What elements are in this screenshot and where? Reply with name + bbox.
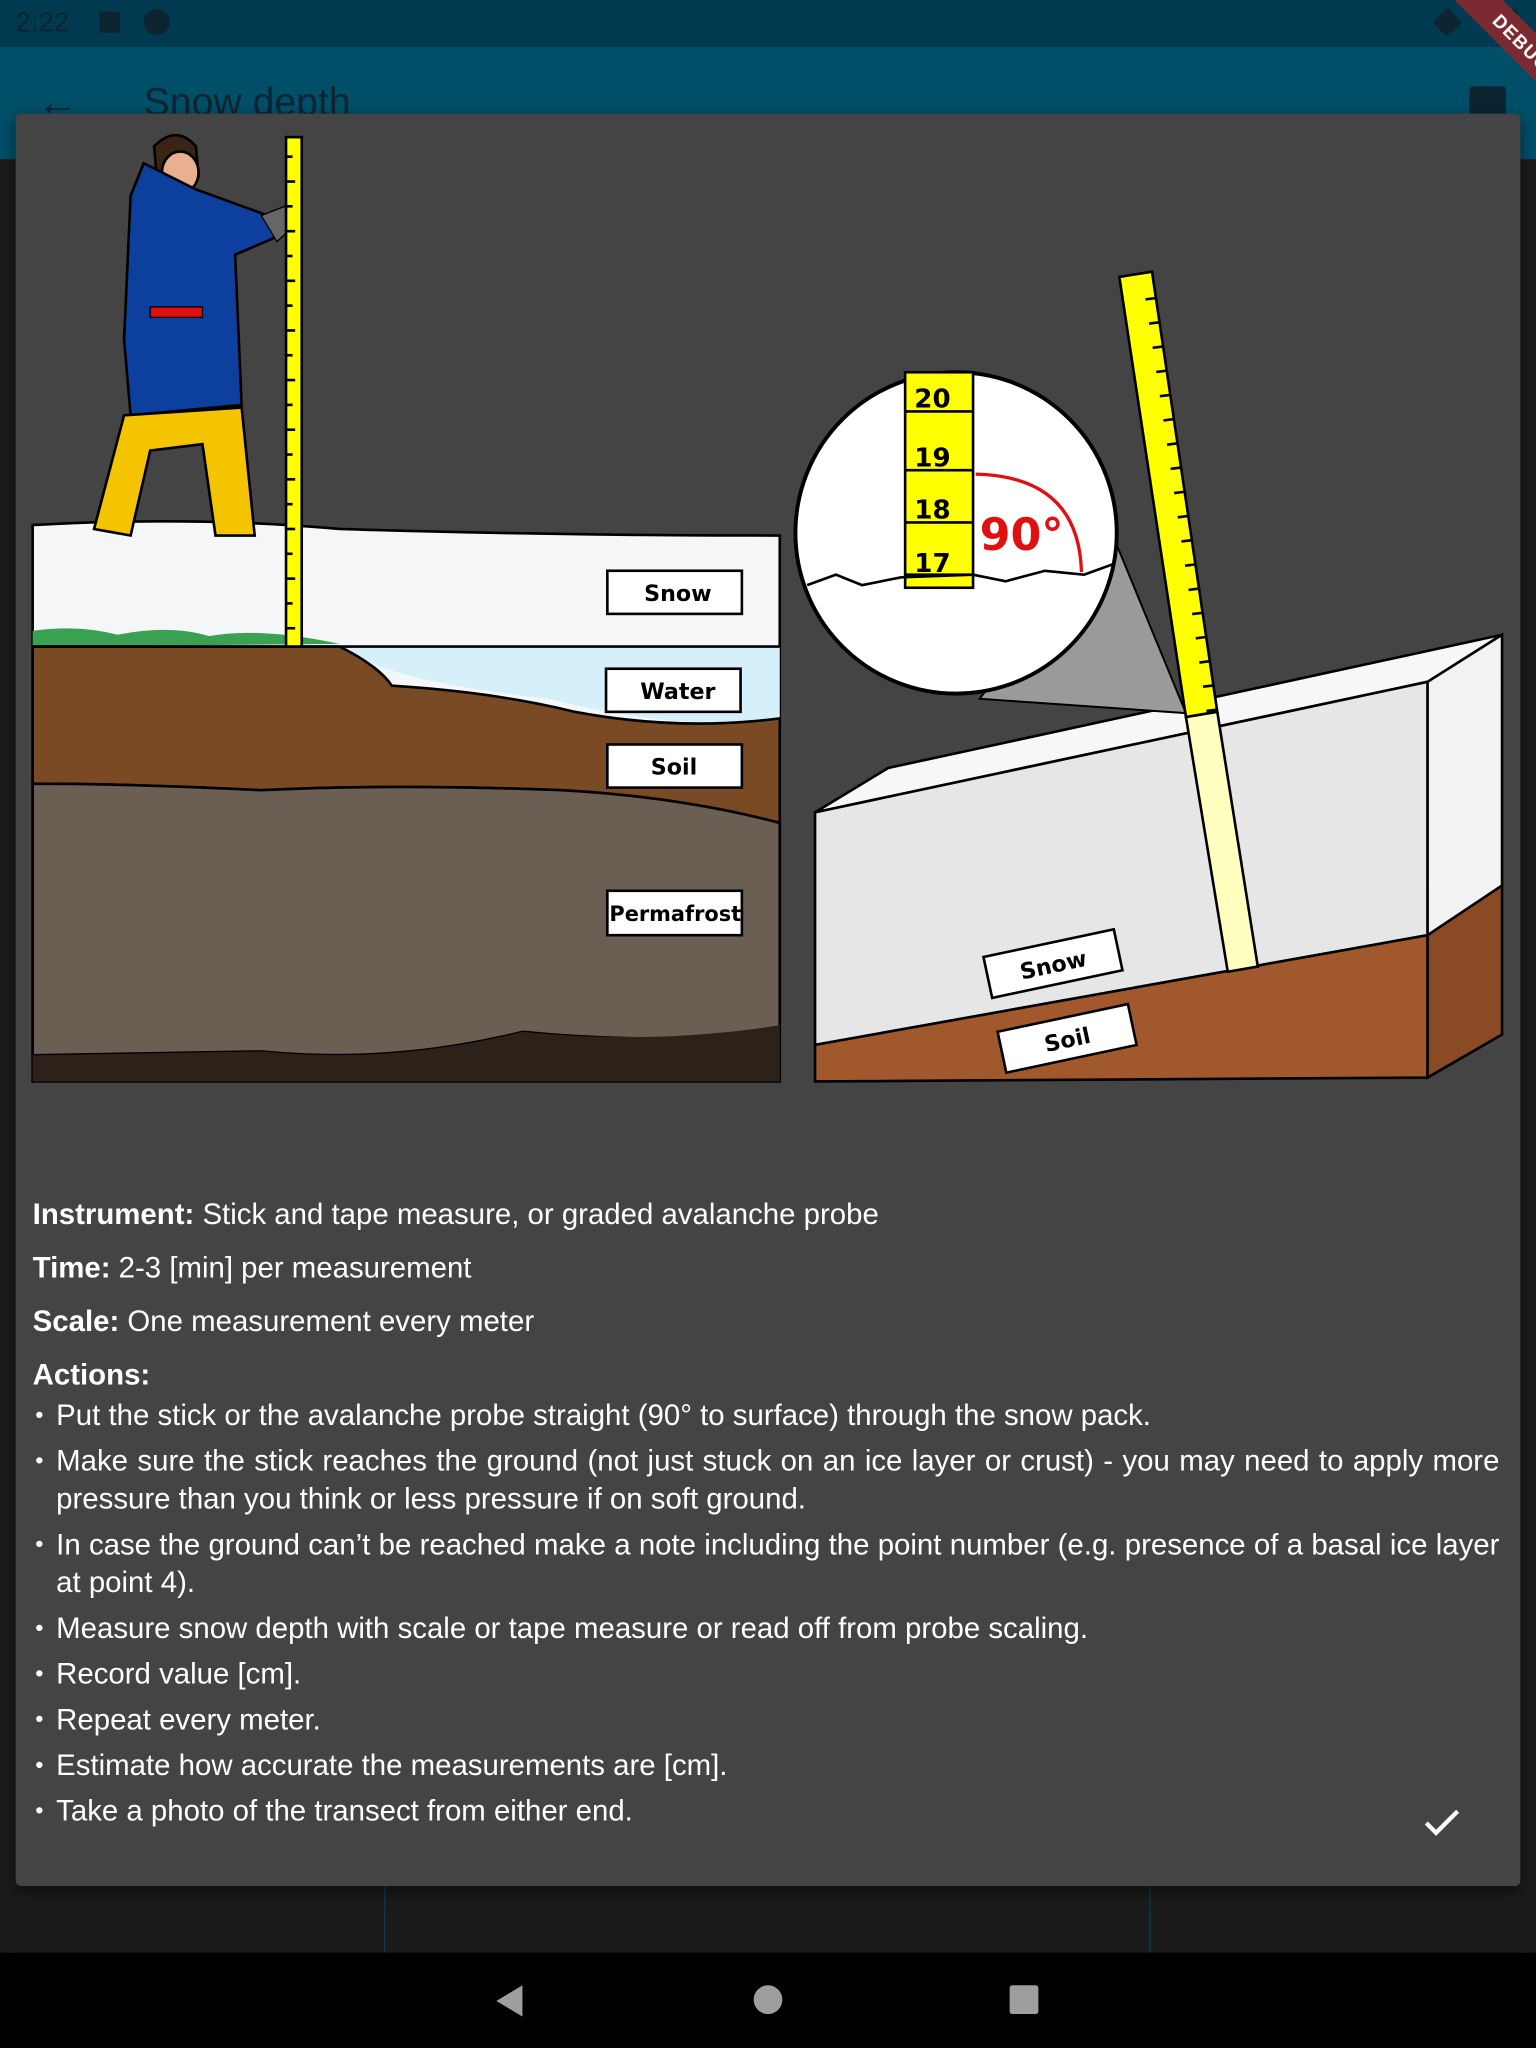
info-dialog: Snow Water Soil Permafrost 20 19 18 17 9… (15, 113, 1521, 1887)
list-item: Estimate how accurate the measurements a… (33, 1746, 1500, 1784)
status-time: 2:22 (15, 7, 70, 38)
probe-tick (1206, 708, 1218, 713)
list-item: In case the ground can’t be reached make… (33, 1526, 1499, 1602)
probe-tick (1195, 635, 1207, 640)
angle-label: 90° (980, 510, 1064, 561)
probe-tick (1202, 684, 1214, 689)
instrument-value: Stick and tape measure, or graded avalan… (194, 1197, 879, 1231)
list-item: Take a photo of the transect from either… (33, 1792, 1500, 1830)
probe-tick (1152, 345, 1164, 350)
probe-tick (1177, 514, 1189, 519)
instrument-label: Instrument: (32, 1197, 195, 1231)
instructions: Instrument: Stick and tape measure, or g… (33, 1195, 1500, 1838)
probe-tick (1199, 659, 1210, 664)
probe-tick (1163, 417, 1175, 422)
probe-tick (1188, 587, 1200, 592)
time-value: 2-3 [min] per measurement (110, 1251, 472, 1284)
list-item: Make sure the stick reaches the ground (… (33, 1442, 1499, 1518)
snow-depth-illustration: Snow Water Soil Permafrost 20 19 18 17 9… (31, 133, 1504, 1083)
actions-list: Put the stick or the avalanche probe str… (33, 1396, 1500, 1830)
list-item: Measure snow depth with scale or tape me… (33, 1609, 1500, 1647)
tick-label: 19 (914, 443, 950, 473)
status-bar: 2:22 (0, 0, 1536, 48)
probe-tick (1181, 538, 1192, 543)
recents-square-icon[interactable] (1008, 1984, 1039, 2015)
probe-tick (1192, 611, 1203, 616)
snowpack-block-panel: 20 19 18 17 90° Snow Soil (793, 270, 1504, 1083)
probe-tick (1145, 296, 1157, 301)
tick-label: 18 (914, 496, 950, 526)
home-circle-icon[interactable] (752, 1984, 783, 2015)
label-snow: Snow (644, 581, 712, 607)
wifi-icon (1432, 7, 1462, 37)
time-label: Time: (32, 1251, 111, 1284)
cross-section-panel: Snow Water Soil Permafrost (31, 133, 782, 1083)
list-item: Put the stick or the avalanche probe str… (33, 1396, 1500, 1434)
list-item: Record value [cm]. (33, 1655, 1500, 1693)
probe-tick (1170, 466, 1182, 471)
label-soil: Soil (651, 755, 697, 781)
scale-value: One measurement every meter (119, 1304, 535, 1338)
tick-label: 20 (914, 385, 950, 415)
probe-tick (1159, 393, 1171, 398)
probe-tick (1148, 320, 1160, 325)
probe-tick (1174, 490, 1185, 495)
check-icon[interactable] (1418, 1799, 1465, 1846)
notification-icon (143, 9, 170, 36)
actions-label: Actions: (32, 1358, 151, 1392)
back-triangle-icon[interactable] (494, 1984, 525, 2018)
probe-tick (1184, 563, 1196, 567)
label-water: Water (640, 679, 715, 705)
label-permafrost: Permafrost (609, 902, 741, 926)
divider (1149, 1886, 1151, 1953)
probe-tick (1156, 369, 1167, 374)
scale-label: Scale: (32, 1304, 120, 1338)
navigation-bar (0, 1952, 1536, 2048)
probe-tick (1166, 442, 1178, 446)
list-item: Repeat every meter. (33, 1701, 1500, 1739)
notification-icon (99, 11, 121, 33)
divider (383, 1886, 386, 1953)
